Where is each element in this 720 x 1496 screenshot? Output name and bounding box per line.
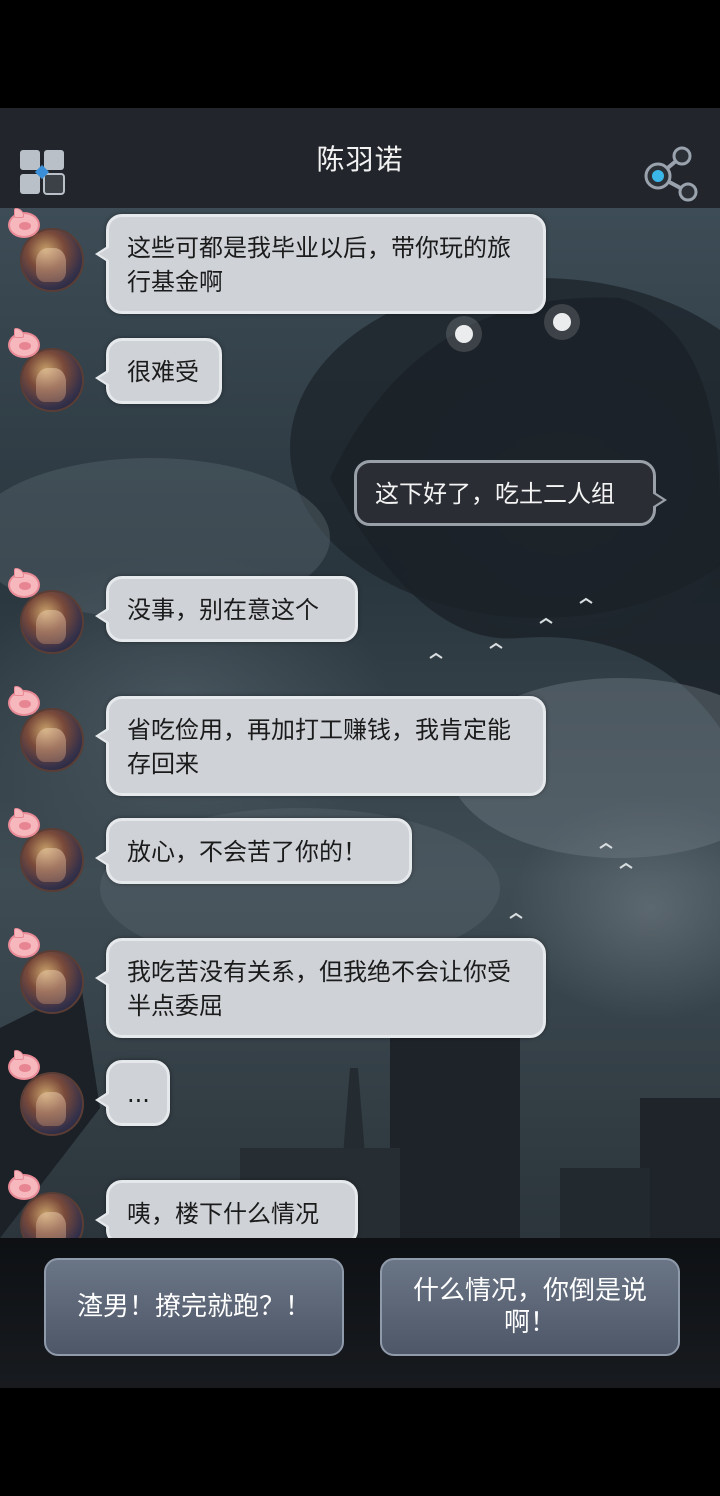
pig-badge-icon [8, 568, 40, 598]
message-bubble: 没事，别在意这个 [95, 576, 358, 642]
avatar[interactable] [20, 828, 84, 892]
message-bubble: 这下好了，吃土二人组 [354, 460, 667, 526]
avatar[interactable] [20, 1072, 84, 1136]
pig-badge-icon [8, 808, 40, 838]
page-title: 陈羽诺 [316, 143, 404, 176]
share-icon[interactable] [642, 144, 700, 204]
pig-badge-icon [8, 1170, 40, 1200]
chat-area[interactable]: 这些可都是我毕业以后，带你玩的旅行基金啊 很难受 这下好了，吃土二人组 没事，别… [0, 208, 720, 1238]
choice-button[interactable]: 渣男！撩完就跑？！ [44, 1258, 344, 1356]
avatar[interactable] [20, 590, 84, 654]
message-bubble: ... [95, 1060, 170, 1126]
chat-header: 陈羽诺 [0, 108, 720, 208]
avatar[interactable] [20, 950, 84, 1014]
navigation-bar [0, 1388, 720, 1496]
message-bubble: 省吃俭用，再加打工赚钱，我肯定能存回来 [95, 696, 546, 796]
choice-button[interactable]: 什么情况，你倒是说啊！ [380, 1258, 680, 1356]
message-bubble: 很难受 [95, 338, 222, 404]
choice-bar: 渣男！撩完就跑？！ 什么情况，你倒是说啊！ [0, 1238, 720, 1388]
pig-badge-icon [8, 208, 40, 238]
pig-badge-icon [8, 1050, 40, 1080]
message-bubble: 放心，不会苦了你的！ [95, 818, 412, 884]
pig-badge-icon [8, 328, 40, 358]
message-bubble: 咦，楼下什么情况 [95, 1180, 358, 1238]
message-bubble: 我吃苦没有关系，但我绝不会让你受半点委屈 [95, 938, 546, 1038]
avatar[interactable] [20, 348, 84, 412]
status-bar [0, 0, 720, 108]
avatar[interactable] [20, 708, 84, 772]
message-bubble: 这些可都是我毕业以后，带你玩的旅行基金啊 [95, 214, 546, 314]
pig-badge-icon [8, 928, 40, 958]
pig-badge-icon [8, 686, 40, 716]
avatar[interactable] [20, 228, 84, 292]
